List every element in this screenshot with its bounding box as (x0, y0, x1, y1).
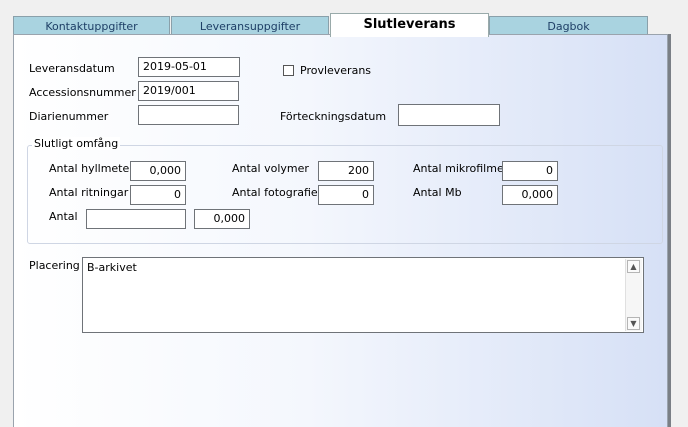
antal-mikrofilmer-label: Antal mikrofilmer (413, 162, 509, 175)
diarienummer-field[interactable] (138, 105, 239, 125)
tab-dagbok[interactable]: Dagbok (489, 16, 648, 35)
antal-ritningar-field[interactable]: 0 (130, 185, 186, 205)
antal-value-field[interactable]: 0,000 (194, 209, 250, 229)
forteckningsdatum-field[interactable] (398, 104, 500, 126)
placering-label: Placering (29, 259, 80, 272)
slutligt-omfang-title: Slutligt omfång (32, 137, 121, 150)
window-edge (668, 34, 671, 427)
antal-volymer-label: Antal volymer (232, 162, 309, 175)
tab-leveransuppgifter[interactable]: Leveransuppgifter (171, 16, 329, 35)
accessionsnummer-field[interactable]: 2019/001 (138, 81, 239, 101)
tab-kontaktuppgifter[interactable]: Kontaktuppgifter (13, 16, 170, 35)
placering-text: B-arkivet (87, 261, 137, 274)
antal-mikrofilmer-field[interactable]: 0 (502, 161, 558, 181)
leveransdatum-label: Leveransdatum (29, 62, 115, 75)
scroll-up-icon[interactable]: ▲ (627, 260, 640, 273)
antal-hyllmeter-field[interactable]: 0,000 (130, 161, 186, 181)
antal-fotografier-label: Antal fotografier (232, 186, 323, 199)
scroll-down-icon[interactable]: ▼ (627, 317, 640, 330)
antal-label: Antal (49, 210, 78, 223)
diarienummer-label: Diarienummer (29, 110, 109, 123)
placering-scrollbar[interactable]: ▲ ▼ (625, 259, 642, 331)
antal-fotografier-field[interactable]: 0 (318, 185, 374, 205)
antal-mb-label: Antal Mb (413, 186, 462, 199)
forteckningsdatum-label: Förteckningsdatum (280, 110, 387, 123)
accessionsnummer-label: Accessionsnummer (29, 86, 136, 99)
antal-hyllmeter-label: Antal hyllmeter (49, 162, 134, 175)
antal-ritningar-label: Antal ritningar (49, 186, 129, 199)
antal-volymer-field[interactable]: 200 (318, 161, 374, 181)
leveransdatum-field[interactable]: 2019-05-01 (138, 57, 240, 77)
placering-textarea[interactable]: B-arkivet ▲ ▼ (82, 257, 644, 333)
provleverans-checkbox[interactable] (283, 65, 294, 76)
tab-slutleverans[interactable]: Slutleverans (330, 13, 489, 37)
provleverans-label: Provleverans (300, 64, 372, 77)
antal-mb-field[interactable]: 0,000 (502, 185, 558, 205)
antal-unit-field[interactable] (86, 209, 186, 229)
